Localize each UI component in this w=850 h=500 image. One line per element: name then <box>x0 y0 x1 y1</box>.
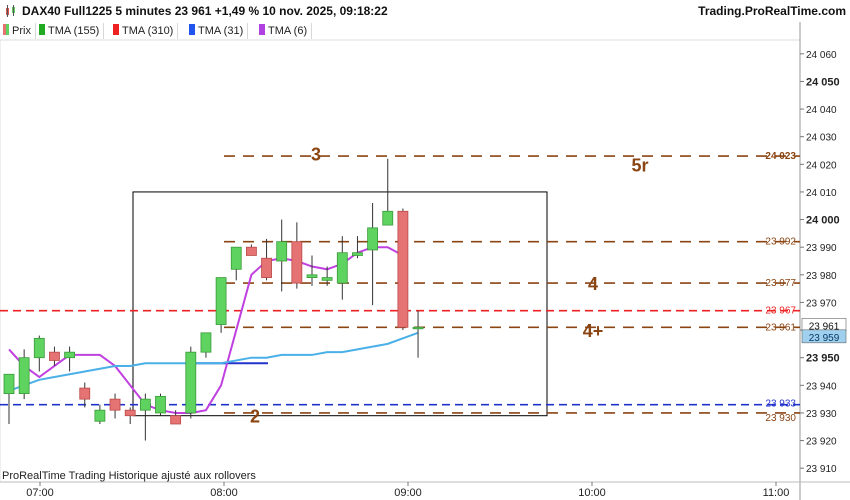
level-label: 23 967 <box>765 306 796 317</box>
footer-note: ProRealTime Trading Historique ajusté au… <box>2 470 256 482</box>
candle-body <box>412 326 424 330</box>
candle-body <box>291 241 303 284</box>
candle-body <box>215 277 227 325</box>
y-tick-label: 24 000 <box>806 215 840 227</box>
y-tick-label: 23 970 <box>806 298 837 309</box>
y-tick-label: 23 950 <box>806 353 840 365</box>
candle-body <box>49 351 60 361</box>
level-label: 23 977 <box>765 278 796 289</box>
candle-body <box>367 227 379 251</box>
wave-label: 5r <box>631 155 648 175</box>
y-tick-label: 23 910 <box>806 464 837 475</box>
y-tick-label: 24 020 <box>806 160 837 171</box>
price-flag-label: 23 959 <box>809 333 840 344</box>
y-tick-label: 23 930 <box>806 409 837 420</box>
candle-body <box>64 351 75 359</box>
candle-body <box>18 357 30 394</box>
candle-body <box>321 277 333 281</box>
candle-body <box>3 373 15 395</box>
y-tick-label: 24 030 <box>806 133 837 144</box>
candle-body <box>124 409 136 417</box>
level-label: 24 023 <box>765 151 796 162</box>
y-tick-label: 24 040 <box>806 105 837 116</box>
x-tick-label: 08:00 <box>210 487 238 499</box>
candle-body <box>245 246 257 256</box>
x-tick-label: 09:00 <box>394 487 422 499</box>
x-tick-label: 10:00 <box>578 487 606 499</box>
level-label: 23 961 <box>765 322 796 333</box>
candle-body <box>352 252 363 256</box>
y-tick-label: 23 990 <box>806 243 837 254</box>
candle-body <box>261 257 272 278</box>
candle-body <box>109 398 121 411</box>
price-chart[interactable]: 23 91023 92023 93023 94023 95023 96023 9… <box>0 0 850 500</box>
y-tick-label: 24 010 <box>806 188 837 199</box>
candle-body <box>230 246 242 270</box>
x-tick-label: 11:00 <box>763 487 790 499</box>
wave-label: 4 <box>588 274 598 294</box>
candle-body <box>336 252 348 284</box>
candle-body <box>382 210 394 226</box>
candle-body <box>155 395 166 414</box>
y-tick-label: 23 980 <box>806 271 837 282</box>
candle-body <box>94 409 106 422</box>
wave-label: 3 <box>311 144 321 164</box>
y-tick-label: 24 050 <box>806 76 840 88</box>
level-label: 23 933 <box>765 399 796 410</box>
level-label: 23 930 <box>765 413 796 424</box>
candle-body <box>33 337 45 359</box>
wave-label: 2 <box>250 407 260 427</box>
y-tick-label: 23 940 <box>806 381 837 392</box>
level-label: 23 992 <box>765 237 796 248</box>
candle-body <box>200 332 212 353</box>
candle-body <box>306 274 318 278</box>
y-tick-label: 23 920 <box>806 437 837 448</box>
candle-body <box>276 241 288 262</box>
y-tick-label: 24 060 <box>806 50 837 61</box>
candle-body <box>139 398 151 411</box>
candle-body <box>79 387 91 400</box>
candle-body <box>185 351 197 414</box>
wave-label: 4+ <box>583 321 604 341</box>
x-tick-label: 07:00 <box>26 487 54 499</box>
candle-body <box>397 210 409 328</box>
candle-body <box>170 415 182 425</box>
